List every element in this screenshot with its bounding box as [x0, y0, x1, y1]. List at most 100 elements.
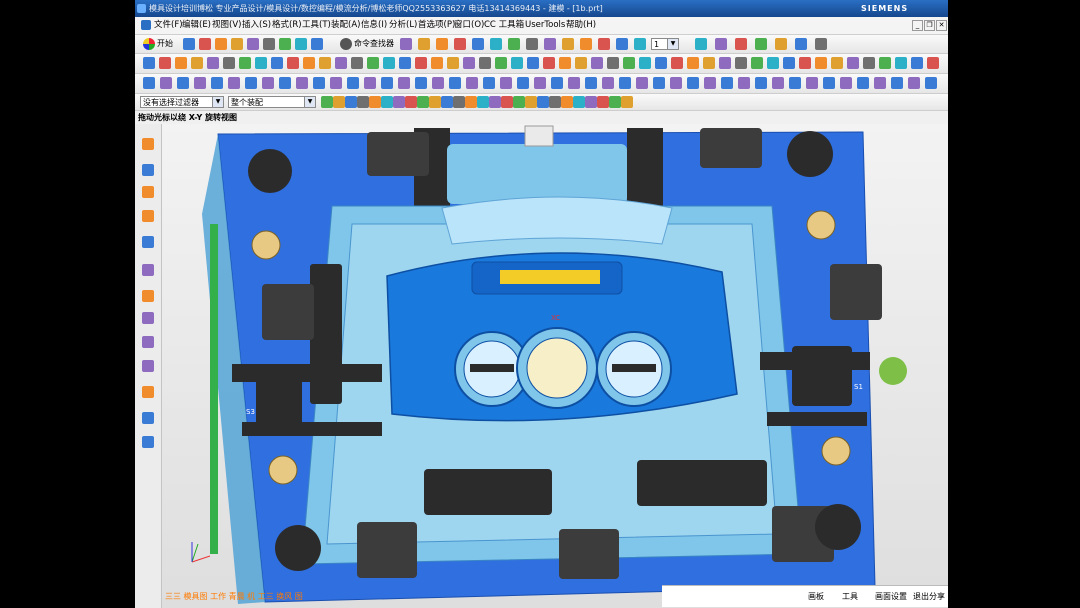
toolbar-tool-icon[interactable] — [687, 57, 699, 69]
toolbar-tool-icon[interactable] — [634, 38, 646, 50]
toolbar-tool-icon[interactable] — [431, 57, 443, 69]
toolbar-tool-icon[interactable] — [199, 38, 211, 50]
toolbar-tool-icon[interactable] — [738, 77, 750, 89]
toolbar-tool-icon[interactable] — [704, 77, 716, 89]
toolbar-tool-icon[interactable] — [367, 57, 379, 69]
toolbar-tool-icon[interactable] — [418, 38, 430, 50]
toolbar-tool-icon[interactable] — [501, 96, 513, 108]
toolbar-tool-icon[interactable] — [772, 77, 784, 89]
toolbar-tool-icon[interactable] — [623, 57, 635, 69]
toolbar-tool-icon[interactable] — [840, 77, 852, 89]
toolbar-tool-icon[interactable] — [544, 38, 556, 50]
menu-assembly[interactable]: 装配(A) — [331, 19, 360, 32]
toolbar-tool-icon[interactable] — [573, 96, 585, 108]
toolbar-tool-icon[interactable] — [479, 57, 491, 69]
toolbar-tool-icon[interactable] — [653, 77, 665, 89]
toolbar-tool-icon[interactable] — [789, 77, 801, 89]
toolbar-tool-icon[interactable] — [609, 96, 621, 108]
toolbar-tool-icon[interactable] — [585, 96, 597, 108]
toolbar-tool-icon[interactable] — [511, 57, 523, 69]
menu-preferences[interactable]: 首选项(P) — [418, 19, 455, 32]
toolbar-tool-icon[interactable] — [598, 38, 610, 50]
toolbar-tool-icon[interactable] — [369, 96, 381, 108]
toolbar-tool-icon[interactable] — [575, 57, 587, 69]
resource-bar-tab-icon[interactable] — [142, 412, 154, 424]
toolbar-tool-icon[interactable] — [223, 57, 235, 69]
toolbar-tool-icon[interactable] — [508, 38, 520, 50]
toolbar-tool-icon[interactable] — [321, 96, 333, 108]
toolbar-tool-icon[interactable] — [616, 38, 628, 50]
menu-cc-toolbox[interactable]: CC 工具箱 — [484, 19, 524, 32]
toolbar-tool-icon[interactable] — [721, 77, 733, 89]
close-button[interactable]: ✕ — [936, 20, 947, 31]
resource-bar-tab-icon[interactable] — [142, 186, 154, 198]
menu-info[interactable]: 信息(I) — [361, 19, 387, 32]
toolbar-tool-icon[interactable] — [847, 57, 859, 69]
toolbar-tool-icon[interactable] — [449, 77, 461, 89]
resource-bar-tab-icon[interactable] — [142, 436, 154, 448]
toolbar-tool-icon[interactable] — [755, 77, 767, 89]
toolbar-tool-icon[interactable] — [715, 38, 727, 50]
toolbar-tool-icon[interactable] — [381, 96, 393, 108]
toolbar-tool-icon[interactable] — [526, 38, 538, 50]
resource-bar-tab-icon[interactable] — [142, 210, 154, 222]
resource-bar-tab-icon[interactable] — [142, 386, 154, 398]
command-finder-button[interactable]: 命令查找器 — [354, 38, 394, 50]
toolbar-tool-icon[interactable] — [177, 77, 189, 89]
toolbar-tool-icon[interactable] — [670, 77, 682, 89]
toolbar-tool-icon[interactable] — [228, 77, 240, 89]
toolbar-tool-icon[interactable] — [466, 77, 478, 89]
selection-filter-select[interactable]: 没有选择过滤器 ▼ — [140, 96, 224, 108]
toolbar-tool-icon[interactable] — [405, 96, 417, 108]
toolbar-tool-icon[interactable] — [271, 57, 283, 69]
toolbar-tool-icon[interactable] — [585, 77, 597, 89]
toolbar-tool-icon[interactable] — [719, 57, 731, 69]
toolbar-tool-icon[interactable] — [347, 77, 359, 89]
toolbar-tool-icon[interactable] — [559, 57, 571, 69]
toolbar-tool-icon[interactable] — [311, 38, 323, 50]
resource-bar-tab-icon[interactable] — [142, 360, 154, 372]
toolbar-tool-icon[interactable] — [619, 77, 631, 89]
toolbar-tool-icon[interactable] — [415, 77, 427, 89]
toolbar-tool-icon[interactable] — [441, 96, 453, 108]
toolbar-tool-icon[interactable] — [483, 77, 495, 89]
toolbar-tool-icon[interactable] — [857, 77, 869, 89]
toolbar-tool-icon[interactable] — [551, 77, 563, 89]
toolbar-tool-icon[interactable] — [357, 96, 369, 108]
toolbar-tool-icon[interactable] — [472, 38, 484, 50]
toolbar-tool-icon[interactable] — [364, 77, 376, 89]
toolbar-tool-icon[interactable] — [330, 77, 342, 89]
menu-window[interactable]: 窗口(O) — [454, 19, 484, 32]
layer-select[interactable]: 1 ▼ — [651, 38, 679, 50]
menu-format[interactable]: 格式(R) — [272, 19, 302, 32]
toolbar-tool-icon[interactable] — [263, 38, 275, 50]
toolbar-tool-icon[interactable] — [143, 57, 155, 69]
resource-bar-tab-icon[interactable] — [142, 336, 154, 348]
toolbar-tool-icon[interactable] — [831, 57, 843, 69]
toolbar-tool-icon[interactable] — [463, 57, 475, 69]
minimize-button[interactable]: _ — [912, 20, 923, 31]
toolbar-tool-icon[interactable] — [755, 38, 767, 50]
toolbar-tool-icon[interactable] — [215, 38, 227, 50]
toolbar-tool-icon[interactable] — [159, 57, 171, 69]
toolbar-tool-icon[interactable] — [175, 57, 187, 69]
toolbar-tool-icon[interactable] — [500, 77, 512, 89]
toolbar-tool-icon[interactable] — [795, 38, 807, 50]
toolbar-tool-icon[interactable] — [783, 57, 795, 69]
toolbar-tool-icon[interactable] — [255, 57, 267, 69]
toolbar-tool-icon[interactable] — [874, 77, 886, 89]
toolbar-tool-icon[interactable] — [239, 57, 251, 69]
toolbar-tool-icon[interactable] — [806, 77, 818, 89]
toolbar-tool-icon[interactable] — [561, 96, 573, 108]
exit-share-button[interactable]: 退出分享 — [913, 590, 945, 603]
toolbar-tool-icon[interactable] — [543, 57, 555, 69]
toolbar-tool-icon[interactable] — [549, 96, 561, 108]
toolbar-tool-icon[interactable] — [383, 57, 395, 69]
toolbar-tool-icon[interactable] — [687, 77, 699, 89]
toolbar-tool-icon[interactable] — [695, 38, 707, 50]
menu-insert[interactable]: 插入(S) — [242, 19, 271, 32]
toolbar-tool-icon[interactable] — [891, 77, 903, 89]
toolbar-tool-icon[interactable] — [447, 57, 459, 69]
resource-bar-tab-icon[interactable] — [142, 138, 154, 150]
toolbar-tool-icon[interactable] — [489, 96, 501, 108]
